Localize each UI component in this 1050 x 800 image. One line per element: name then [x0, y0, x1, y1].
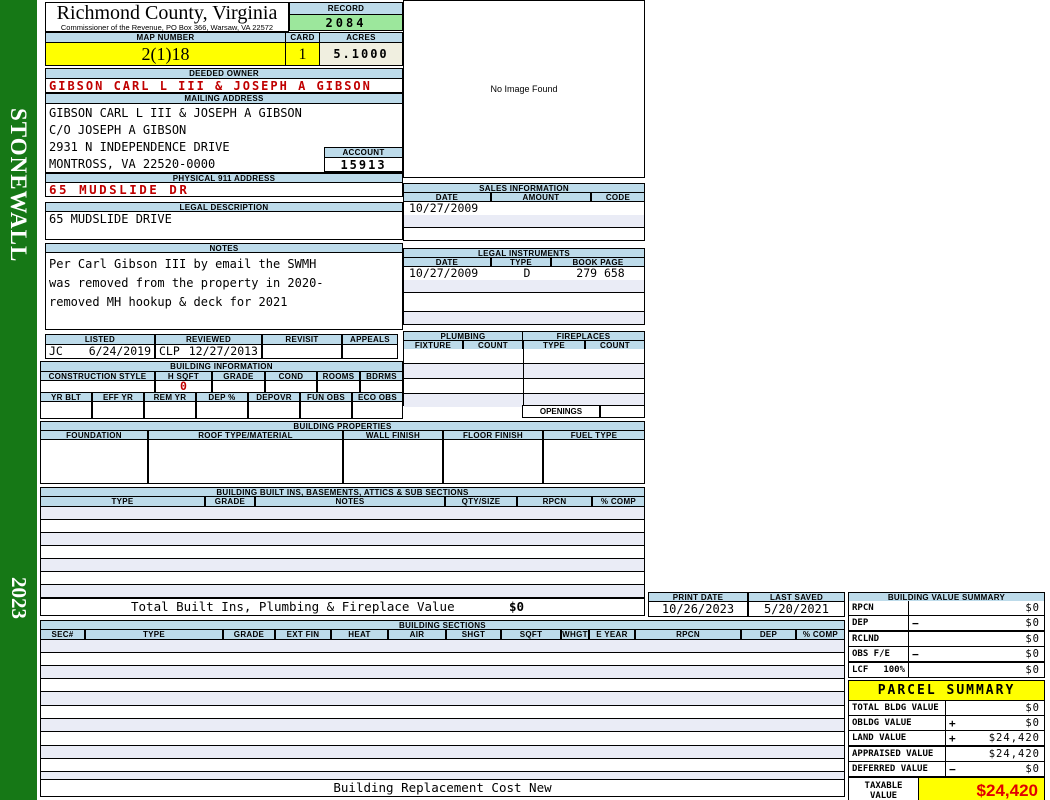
fuel-type-value: [543, 439, 645, 484]
ps-row-deferred: DEFERRED VALUE − $0: [848, 762, 1045, 778]
bvs-row-obs: OBS F/E − $0: [848, 647, 1045, 663]
legal-instruments-row: 10/27/2009 D 279 658: [403, 266, 645, 281]
building-properties-value-row: [40, 439, 645, 484]
building-replacement-footer: Building Replacement Cost New: [40, 779, 845, 797]
bs-rpcn-label: RPCN: [635, 629, 741, 640]
bvs-row-rclnd: RCLND $0: [848, 632, 1045, 647]
plumbing-rows: [404, 349, 523, 407]
bs-heat-label: HEAT: [331, 629, 388, 640]
record-number: 2084: [289, 14, 403, 31]
bvs-row-lcf: LCF 100% $0: [848, 663, 1045, 678]
map-number-value: 2(1)18: [45, 42, 286, 66]
roof-value: [148, 439, 343, 484]
sales-empty-rows: [403, 215, 645, 241]
print-saved-value-row: 10/26/2023 5/20/2021: [648, 601, 845, 617]
fireplaces-rows: [523, 349, 644, 407]
sales-row: 10/27/2009: [403, 201, 645, 216]
openings-row: OPENINGS: [522, 405, 645, 418]
ps-row-taxable: TAXABLE VALUE $24,420: [848, 778, 1045, 800]
bs-extfin-label: EXT FIN: [275, 629, 331, 640]
bs-comp-label: % COMP: [796, 629, 845, 640]
tax-year: 2023: [7, 577, 31, 619]
ps-row-obldg: OBLDG VALUE + $0: [848, 716, 1045, 731]
built-ins-notes-label: NOTES: [255, 496, 445, 507]
physical-address-value: 65 MUDSLIDE DR: [45, 182, 403, 197]
review-value-row: JC 6/24/2019 CLP 12/27/2013: [45, 344, 398, 359]
openings-value: [600, 405, 645, 418]
built-ins-qty-label: QTY/SIZE: [445, 496, 517, 507]
ps-row-land: LAND VALUE + $24,420: [848, 731, 1045, 747]
bs-eyear-label: E YEAR: [589, 629, 635, 640]
built-ins-empty-rows: [40, 507, 645, 598]
acres-value: 5.1000: [319, 42, 403, 66]
notes-line: removed MH hookup & deck for 2021: [49, 295, 288, 309]
account-number: 15913: [324, 157, 403, 172]
print-date-value: 10/26/2023: [648, 601, 748, 617]
taxable-value-amount: $24,420: [919, 778, 1044, 800]
notes-line: Per Carl Gibson III by email the SWMH: [49, 257, 317, 271]
built-ins-comp-label: % COMP: [592, 496, 645, 507]
deeded-owner-value: GIBSON CARL L III & JOSEPH A GIBSON: [45, 78, 403, 93]
built-ins-grade-label: GRADE: [205, 496, 255, 507]
bvs-row-rpcn: RPCN $0: [848, 601, 1045, 616]
listed-value: JC 6/24/2019: [45, 344, 155, 359]
plumbing-fireplaces-body: [403, 349, 645, 407]
openings-label: OPENINGS: [522, 405, 600, 418]
built-ins-header-row: TYPE GRADE NOTES QTY/SIZE RPCN % COMP: [40, 496, 645, 507]
bs-sec-label: SEC#: [40, 629, 85, 640]
built-ins-total-row: Total Built Ins, Plumbing & Fireplace Va…: [40, 598, 645, 616]
county-subtitle: Commissioner of the Revenue, PO Box 366,…: [60, 23, 274, 32]
revisit-value: [262, 344, 342, 359]
reviewed-value: CLP 12/27/2013: [155, 344, 262, 359]
district-name: STONEWALL: [6, 108, 31, 263]
ps-row-appraised: APPRAISED VALUE $24,420: [848, 747, 1045, 762]
built-ins-rpcn-label: RPCN: [517, 496, 592, 507]
bvs-row-dep: DEP − $0: [848, 616, 1045, 632]
bs-shgt-label: SHGT: [446, 629, 501, 640]
parcel-summary-table: TOTAL BLDG VALUE $0 OBLDG VALUE + $0 LAN…: [848, 701, 1045, 800]
ps-row-total-bldg: TOTAL BLDG VALUE $0: [848, 701, 1045, 716]
bs-grade-label: GRADE: [223, 629, 275, 640]
county-title-box: Richmond County, Virginia Commissioner o…: [45, 2, 289, 32]
mailing-line: GIBSON CARL L III & JOSEPH A GIBSON: [49, 106, 302, 120]
county-title: Richmond County, Virginia: [56, 2, 278, 24]
building-sections-header-row: SEC# TYPE GRADE EXT FIN HEAT AIR SHGT SQ…: [40, 629, 845, 640]
bs-air-label: AIR: [388, 629, 446, 640]
last-saved-value: 5/20/2021: [748, 601, 845, 617]
card-value: 1: [285, 42, 320, 66]
foundation-value: [40, 439, 148, 484]
appeals-value: [342, 344, 398, 359]
built-ins-total-value: $0: [509, 599, 525, 614]
bs-type-label: TYPE: [85, 629, 223, 640]
building-value-summary-table: RPCN $0 DEP − $0 RCLND $0 OBS F/E − $0 L…: [848, 601, 1045, 678]
property-photo-placeholder: No Image Found: [403, 0, 645, 178]
notes-line: was removed from the property in 2020-: [49, 276, 324, 290]
floor-finish-value: [443, 439, 543, 484]
mailing-line: C/O JOSEPH A GIBSON: [49, 123, 187, 137]
district-sidebar: STONEWALL 2023: [0, 0, 37, 800]
building-sections-empty-rows: [40, 640, 845, 786]
building-info-value-row2: [40, 401, 403, 419]
parcel-summary-title: PARCEL SUMMARY: [848, 680, 1045, 701]
notes-block: Per Carl Gibson III by email the SWMH wa…: [45, 252, 403, 330]
built-ins-total-label: Total Built Ins, Plumbing & Fireplace Va…: [131, 599, 455, 614]
property-record-card: STONEWALL 2023 Richmond County, Virginia…: [0, 0, 1050, 800]
built-ins-type-label: TYPE: [40, 496, 205, 507]
legal-description-value: 65 MUDSLIDE DRIVE: [45, 211, 403, 240]
bs-whgt-label: WHGT: [561, 629, 589, 640]
wall-finish-value: [343, 439, 443, 484]
bs-sqft-label: SQFT: [501, 629, 561, 640]
bs-dep-label: DEP: [741, 629, 796, 640]
legal-instruments-empty-rows: [403, 280, 645, 325]
taxable-value-label: TAXABLE VALUE: [849, 778, 919, 800]
no-image-text: No Image Found: [490, 84, 558, 94]
